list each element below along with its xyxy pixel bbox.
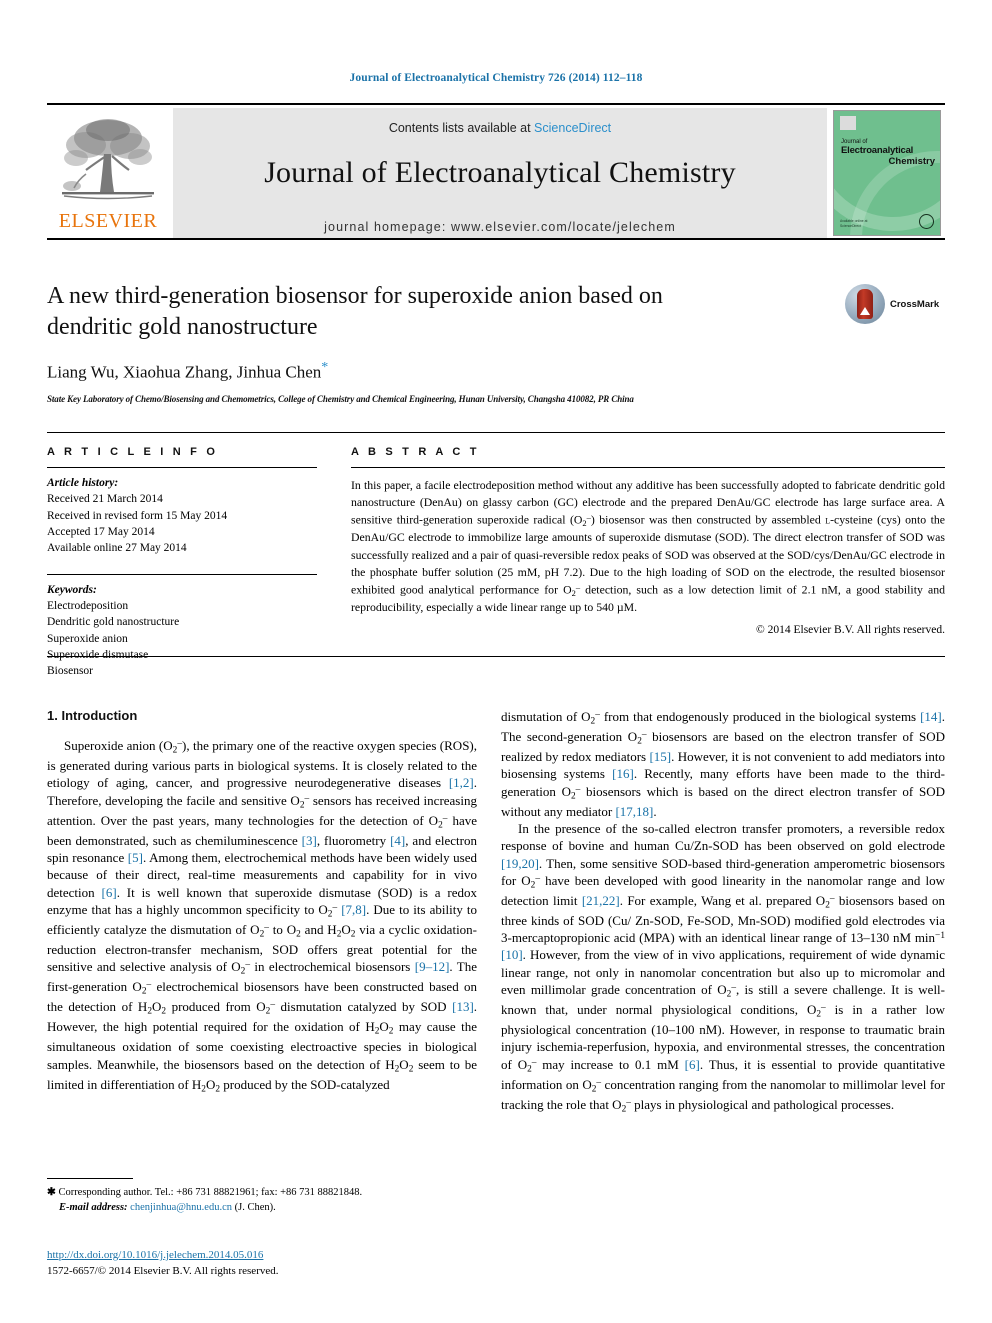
citation-link[interactable]: [17,18] bbox=[615, 804, 653, 819]
abstract-text: In this paper, a facile electrodepositio… bbox=[351, 478, 946, 614]
crossmark-label: CrossMark bbox=[890, 298, 940, 310]
journal-masthead: ELSEVIER Contents lists available at Sci… bbox=[47, 103, 945, 238]
journal-cover-thumbnail: Journal of Electroanalytical Chemistry A… bbox=[833, 108, 945, 238]
corresponding-author-note: Corresponding author. Tel.: +86 731 8882… bbox=[58, 1187, 363, 1198]
citation-link[interactable]: [1,2] bbox=[449, 775, 474, 790]
elsevier-wordmark: ELSEVIER bbox=[58, 210, 158, 232]
citation-link[interactable]: [14] bbox=[920, 709, 942, 724]
footnote-text: ✱ Corresponding author. Tel.: +86 731 88… bbox=[47, 1185, 477, 1215]
masthead-center: Contents lists available at ScienceDirec… bbox=[173, 108, 827, 238]
masthead-bottom-rule bbox=[47, 238, 945, 240]
paper-page: Journal of Electroanalytical Chemistry 7… bbox=[0, 0, 992, 1323]
keywords-rule bbox=[47, 573, 317, 575]
author-list: Liang Wu, Xiaohua Zhang, Jinhua Chen* bbox=[47, 360, 945, 383]
title-block: A new third-generation biosensor for sup… bbox=[47, 281, 945, 404]
citation-link[interactable]: [9–12] bbox=[415, 959, 450, 974]
doi-link[interactable]: http://dx.doi.org/10.1016/j.jelechem.201… bbox=[47, 1248, 477, 1264]
citation-link[interactable]: [6] bbox=[685, 1057, 700, 1072]
author-names: Liang Wu, Xiaohua Zhang, Jinhua Chen bbox=[47, 363, 322, 383]
body-paragraph: In the presence of the so-called electro… bbox=[501, 820, 946, 1115]
citation-link[interactable]: [6] bbox=[102, 885, 117, 900]
corresponding-author-marker: * bbox=[321, 360, 329, 376]
doi-block: http://dx.doi.org/10.1016/j.jelechem.201… bbox=[47, 1248, 477, 1280]
article-history: Article history: Received 21 March 2014 … bbox=[47, 475, 317, 557]
section-heading-introduction: 1. Introduction bbox=[47, 708, 138, 723]
citation-link[interactable]: [4] bbox=[390, 833, 405, 848]
footnote-marker: ✱ bbox=[47, 1187, 56, 1198]
footnote-rule bbox=[47, 1178, 133, 1179]
citation-link[interactable]: [5] bbox=[128, 850, 143, 865]
cover-seal-icon bbox=[919, 214, 934, 229]
cover-line-2: Electroanalytical bbox=[841, 145, 914, 156]
history-item: Received in revised form 15 May 2014 bbox=[47, 509, 228, 522]
email-label: E-mail address: bbox=[59, 1202, 128, 1214]
article-info-column: A R T I C L E I N F O Article history: R… bbox=[47, 446, 317, 680]
body-paragraph: dismutation of O2– from that endogenousl… bbox=[501, 709, 946, 819]
elsevier-logo: ELSEVIER bbox=[47, 108, 169, 238]
citation-link[interactable]: [3] bbox=[302, 833, 317, 848]
cover-line-3: Chemistry bbox=[888, 156, 935, 167]
keywords-block: Keywords: Electrodeposition Dendritic go… bbox=[47, 573, 317, 680]
keywords-label: Keywords: bbox=[47, 583, 97, 596]
info-top-rule bbox=[47, 432, 945, 433]
citation-link[interactable]: [15] bbox=[649, 749, 671, 764]
affiliation: State Key Laboratory of Chemo/Biosensing… bbox=[47, 394, 634, 405]
abstract-rule bbox=[351, 467, 945, 468]
keyword-item: Electrodeposition bbox=[47, 599, 129, 612]
article-info-rule bbox=[47, 467, 317, 468]
crossmark-badge[interactable]: CrossMark bbox=[845, 281, 945, 327]
page-title: A new third-generation biosensor for sup… bbox=[47, 283, 663, 340]
citation-link[interactable]: [16] bbox=[612, 766, 634, 781]
elsevier-tree-icon bbox=[62, 119, 154, 200]
citation-link[interactable]: [13] bbox=[452, 999, 474, 1014]
history-item: Available online 27 May 2014 bbox=[47, 542, 187, 555]
body-column-left: 1. Introduction Superoxide anion (O2–), … bbox=[47, 708, 477, 1096]
keyword-item: Superoxide anion bbox=[47, 632, 128, 645]
history-item: Accepted 17 May 2014 bbox=[47, 525, 155, 538]
journal-homepage[interactable]: journal homepage: www.elsevier.com/locat… bbox=[324, 220, 676, 234]
abstract-column: A B S T R A C T In this paper, a facile … bbox=[351, 446, 945, 636]
info-bottom-rule bbox=[47, 656, 945, 657]
abstract-copyright: © 2014 Elsevier B.V. All rights reserved… bbox=[756, 624, 945, 637]
contents-prefix: Contents lists available at bbox=[388, 121, 535, 135]
sciencedirect-link[interactable]: ScienceDirect bbox=[534, 121, 611, 135]
citation-link[interactable]: [10] bbox=[501, 947, 523, 962]
article-history-label: Article history: bbox=[47, 477, 119, 489]
body-paragraph: Superoxide anion (O2–), the primary one … bbox=[47, 738, 478, 1095]
cover-publisher-chip bbox=[840, 116, 856, 130]
footnote-block: ✱ Corresponding author. Tel.: +86 731 88… bbox=[47, 1178, 477, 1215]
issn-copyright: 1572-6657/© 2014 Elsevier B.V. All right… bbox=[47, 1264, 279, 1277]
citation-link[interactable]: [21,22] bbox=[582, 893, 620, 908]
contents-line: Contents lists available at ScienceDirec… bbox=[389, 121, 611, 135]
body-column-right: dismutation of O2– from that endogenousl… bbox=[501, 708, 945, 1116]
abstract-heading: A B S T R A C T bbox=[351, 446, 480, 458]
keyword-item: Dendritic gold nanostructure bbox=[47, 616, 180, 629]
cover-footer-left: Available online at ScienceDirect bbox=[840, 218, 868, 228]
article-info-heading: A R T I C L E I N F O bbox=[47, 446, 219, 458]
keyword-item: Biosensor bbox=[47, 665, 93, 678]
email-owner: (J. Chen). bbox=[234, 1202, 276, 1214]
history-item: Received 21 March 2014 bbox=[47, 493, 163, 506]
journal-title: Journal of Electroanalytical Chemistry bbox=[264, 156, 736, 189]
running-head: Journal of Electroanalytical Chemistry 7… bbox=[349, 72, 643, 84]
citation-link[interactable]: [7,8] bbox=[341, 902, 366, 917]
citation-link[interactable]: [19,20] bbox=[501, 856, 539, 871]
email-link[interactable]: chenjinhua@hnu.edu.cn bbox=[130, 1202, 232, 1213]
crossmark-icon bbox=[845, 284, 885, 324]
